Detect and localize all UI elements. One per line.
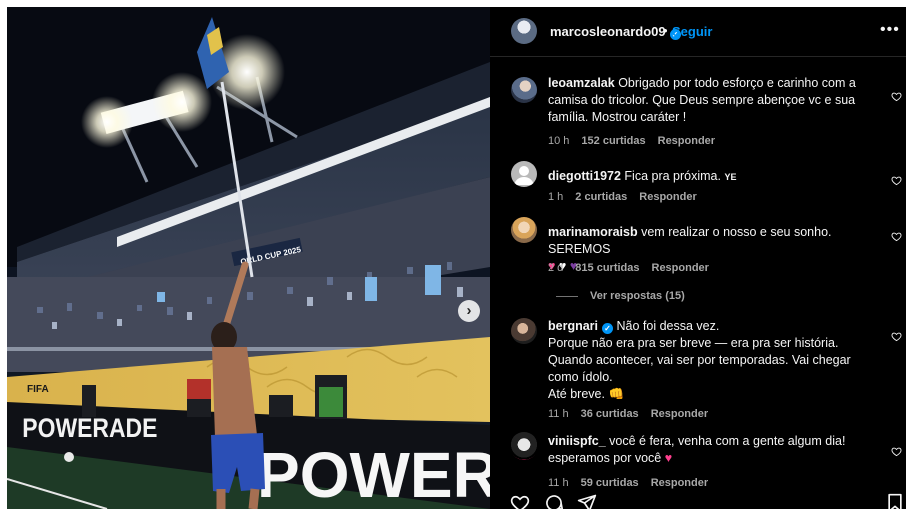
comment-time[interactable]: 2 d xyxy=(548,262,563,274)
comment-likes[interactable]: 36 curtidas xyxy=(581,408,639,420)
comment-likes[interactable]: 815 curtidas xyxy=(575,262,639,274)
comments-panel: marcosleonardo09 ✓ • Seguir ••• leoamzala… xyxy=(490,7,906,509)
comment-content: Fica pra próxima. xyxy=(624,169,721,183)
comment-avatar[interactable] xyxy=(511,161,537,187)
comment-username[interactable]: viniispfc_ xyxy=(548,434,606,448)
comment-meta: 11 h 59 curtidas Responder xyxy=(548,477,720,489)
heart-outline-icon[interactable] xyxy=(891,231,902,242)
bookmark-icon[interactable] xyxy=(885,493,905,509)
fist-emoji: 👊 xyxy=(608,387,625,401)
reply-button[interactable]: Responder xyxy=(651,477,708,489)
comment-text: leoamzalak Obrigado por todo esforço e c… xyxy=(548,75,878,126)
reply-button[interactable]: Responder xyxy=(658,135,715,147)
power-board-text: POWER xyxy=(257,439,490,509)
comment-time[interactable]: 10 h xyxy=(548,135,569,147)
comment-likes[interactable]: 2 curtidas xyxy=(575,191,627,203)
comment-meta: 2 d 815 curtidas Responder xyxy=(548,262,721,274)
heart-outline-icon[interactable] xyxy=(891,331,902,342)
instagram-post-modal: ORLD CUP 2025 FIFA POWERADE POWER › marc… xyxy=(7,7,906,509)
comment-time[interactable]: 11 h xyxy=(548,477,569,489)
post-action-bar xyxy=(490,491,906,509)
more-options-icon[interactable]: ••• xyxy=(880,21,900,39)
heart-outline-icon[interactable] xyxy=(891,91,902,102)
comment-meta: 11 h 36 curtidas Responder xyxy=(548,408,720,420)
reply-button[interactable]: Responder xyxy=(639,191,696,203)
heart-outline-icon[interactable] xyxy=(891,175,902,186)
comment-avatar[interactable] xyxy=(511,217,537,243)
pink-heart-emoji: ♥ xyxy=(664,451,673,465)
fifa-logo-text: FIFA xyxy=(27,384,49,395)
comment-meta: 1 h 2 curtidas Responder xyxy=(548,191,709,203)
heart-outline-icon[interactable] xyxy=(510,493,530,509)
comment-line: Até breve. xyxy=(548,387,605,401)
default-avatar-icon xyxy=(514,166,534,185)
comment-line: Não foi dessa vez. xyxy=(616,319,720,333)
header-separator: • xyxy=(663,23,668,38)
comment-text: diegotti1972 Fica pra próxima. YE xyxy=(548,168,878,186)
paper-plane-icon[interactable] xyxy=(577,493,597,509)
comment-likes[interactable]: 152 curtidas xyxy=(581,135,645,147)
comment-username[interactable]: marinamoraisb xyxy=(548,225,638,239)
comment-line: Porque não era pra ser breve — era pra s… xyxy=(548,336,839,350)
comment-username[interactable]: leoamzalak xyxy=(548,76,615,90)
reply-button[interactable]: Responder xyxy=(652,262,709,274)
view-replies-button[interactable]: Ver respostas (15) xyxy=(556,290,685,302)
comment-username[interactable]: diegotti1972 xyxy=(548,169,621,183)
comment-text: viniispfc_ você é fera, venha com a gent… xyxy=(548,433,878,467)
screenshot-window: ORLD CUP 2025 FIFA POWERADE POWER › marc… xyxy=(0,0,906,509)
comment-bubble-icon[interactable] xyxy=(544,493,564,509)
post-header: marcosleonardo09 ✓ • Seguir ••• xyxy=(490,7,906,57)
author-username-text[interactable]: marcosleonardo09 xyxy=(550,24,666,39)
comment-suffix: YE xyxy=(724,172,737,182)
comment-line: Quando acontecer, vai ser por temporadas… xyxy=(548,353,851,384)
comment-username[interactable]: bergnari xyxy=(548,319,598,333)
comment-avatar-story-ring[interactable] xyxy=(510,432,538,460)
reply-button[interactable]: Responder xyxy=(651,408,708,420)
stadium-scene: ORLD CUP 2025 FIFA POWERADE POWER xyxy=(7,7,490,509)
comment-time[interactable]: 11 h xyxy=(548,408,569,420)
post-photo[interactable]: ORLD CUP 2025 FIFA POWERADE POWER › xyxy=(7,7,490,509)
verified-badge-icon: ✓ xyxy=(602,323,614,334)
powerade-banner-text: POWERADE xyxy=(22,413,157,443)
next-photo-button[interactable]: › xyxy=(458,300,480,322)
heart-outline-icon[interactable] xyxy=(891,446,902,457)
comment-avatar[interactable] xyxy=(511,318,537,344)
author-username[interactable]: marcosleonardo09 ✓ xyxy=(550,24,681,40)
comment-time[interactable]: 1 h xyxy=(548,191,563,203)
follow-button[interactable]: Seguir xyxy=(672,24,712,39)
comment-text: bergnari ✓ Não foi dessa vez. Porque não … xyxy=(548,318,878,403)
comment-meta: 10 h 152 curtidas Responder xyxy=(548,135,727,147)
comment-avatar[interactable] xyxy=(511,77,537,103)
comment-likes[interactable]: 59 curtidas xyxy=(581,477,639,489)
author-avatar[interactable] xyxy=(511,18,537,44)
